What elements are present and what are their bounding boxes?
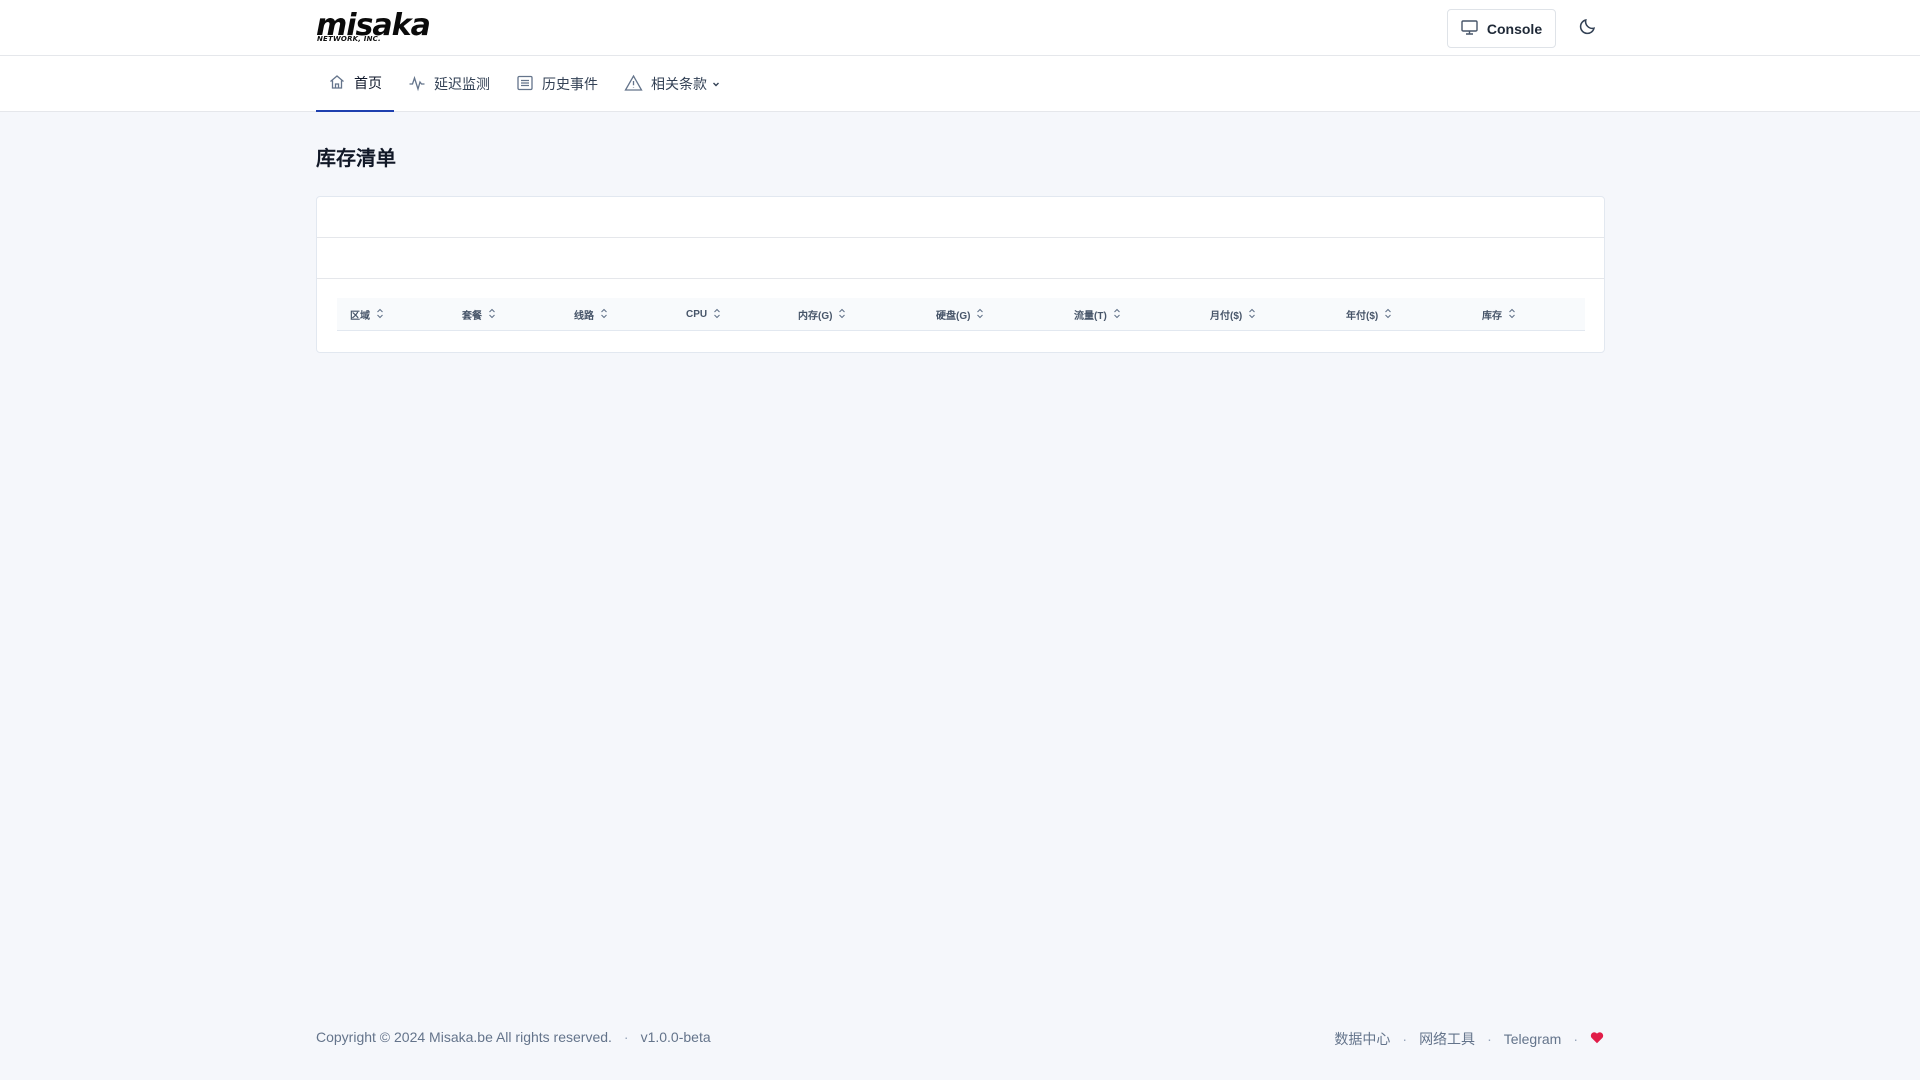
footer-right: 数据中心 · 网络工具 · Telegram · bbox=[1334, 1029, 1604, 1049]
column-header-stock[interactable]: 库存 bbox=[1482, 298, 1516, 331]
moon-icon bbox=[1579, 17, 1597, 40]
version-text: v1.0.0-beta bbox=[640, 1029, 711, 1045]
column-header-route[interactable]: 线路 bbox=[574, 298, 608, 331]
column-label: 月付($) bbox=[1210, 311, 1243, 322]
sort-icon bbox=[1113, 308, 1121, 322]
toolbar-row bbox=[317, 238, 1604, 279]
footer-separator: · bbox=[1487, 1031, 1492, 1047]
console-button-label: Console bbox=[1486, 20, 1543, 37]
footer-separator: · bbox=[1402, 1031, 1408, 1047]
footer-link-telegram[interactable]: Telegram bbox=[1504, 1031, 1562, 1047]
column-label: 年付($) bbox=[1346, 311, 1379, 322]
sort-icon bbox=[1248, 308, 1256, 322]
footer-separator: · bbox=[623, 1029, 629, 1045]
nav-item-label: 首页 bbox=[354, 75, 382, 91]
column-header-yearly[interactable]: 年付($) bbox=[1346, 298, 1392, 331]
footer-link-datacenter[interactable]: 数据中心 bbox=[1334, 1029, 1390, 1049]
nav-item-home[interactable]: 首页 bbox=[316, 56, 394, 112]
sort-icon bbox=[713, 308, 721, 322]
logo-subtext: NETWORK, INC. bbox=[317, 35, 381, 43]
console-button[interactable]: Console bbox=[1447, 9, 1556, 48]
list-icon bbox=[516, 74, 534, 95]
column-label: 流量(T) bbox=[1074, 311, 1107, 322]
column-label: 线路 bbox=[574, 311, 594, 322]
column-label: CPU bbox=[686, 309, 708, 320]
column-label: 套餐 bbox=[462, 311, 482, 322]
sort-icon bbox=[600, 308, 608, 322]
heart-icon bbox=[1590, 1031, 1604, 1047]
theme-toggle-button[interactable] bbox=[1576, 16, 1600, 40]
column-label: 内存(G) bbox=[798, 311, 833, 322]
filter-row bbox=[317, 197, 1604, 238]
nav-item-label: 历史事件 bbox=[542, 76, 598, 92]
main-nav: 首页 延迟监测 历史事件 相关条款 bbox=[0, 56, 1920, 112]
sort-icon bbox=[976, 308, 984, 322]
page-title: 库存清单 bbox=[316, 148, 396, 170]
column-header-disk[interactable]: 硬盘(G) bbox=[936, 298, 984, 331]
inventory-card: 区域 套餐 线路 CPU 内存(G) 硬盘(G) 流量(T) 月付($) 年付(… bbox=[316, 196, 1605, 353]
nav-item-label: 延迟监测 bbox=[434, 76, 490, 92]
column-label: 库存 bbox=[1482, 311, 1502, 322]
column-header-region[interactable]: 区域 bbox=[350, 298, 384, 331]
footer-separator: · bbox=[1573, 1031, 1578, 1047]
nav-item-latency[interactable]: 延迟监测 bbox=[408, 56, 490, 112]
footer-left: Copyright © 2024 Misaka.be All rights re… bbox=[316, 1029, 711, 1045]
column-header-monthly[interactable]: 月付($) bbox=[1210, 298, 1256, 331]
column-header-plan[interactable]: 套餐 bbox=[462, 298, 496, 331]
nav-item-history[interactable]: 历史事件 bbox=[516, 56, 598, 112]
column-label: 硬盘(G) bbox=[936, 311, 971, 322]
nav-item-label: 相关条款 bbox=[651, 76, 707, 92]
sort-icon bbox=[1384, 308, 1392, 322]
sort-icon bbox=[376, 308, 384, 322]
alert-triangle-icon bbox=[624, 74, 643, 95]
column-label: 区域 bbox=[350, 311, 370, 322]
column-header-traffic[interactable]: 流量(T) bbox=[1074, 298, 1121, 331]
chevron-down-icon bbox=[711, 76, 721, 92]
sort-icon bbox=[838, 308, 846, 322]
monitor-icon bbox=[1461, 19, 1478, 38]
table-header: 区域 套餐 线路 CPU 内存(G) 硬盘(G) 流量(T) 月付($) 年付(… bbox=[337, 298, 1585, 331]
home-icon bbox=[328, 73, 346, 94]
footer-link-network-tools[interactable]: 网络工具 bbox=[1419, 1029, 1475, 1049]
copyright-text: Copyright © 2024 Misaka.be All rights re… bbox=[316, 1029, 612, 1045]
sort-icon bbox=[488, 308, 496, 322]
nav-item-terms[interactable]: 相关条款 bbox=[624, 56, 721, 112]
activity-icon bbox=[408, 74, 426, 95]
column-header-memory[interactable]: 内存(G) bbox=[798, 298, 846, 331]
top-bar: misaka NETWORK, INC. Console bbox=[0, 0, 1920, 56]
sort-icon bbox=[1508, 308, 1516, 322]
misaka-logo[interactable]: misaka NETWORK, INC. bbox=[316, 10, 431, 46]
column-header-cpu[interactable]: CPU bbox=[686, 298, 721, 331]
